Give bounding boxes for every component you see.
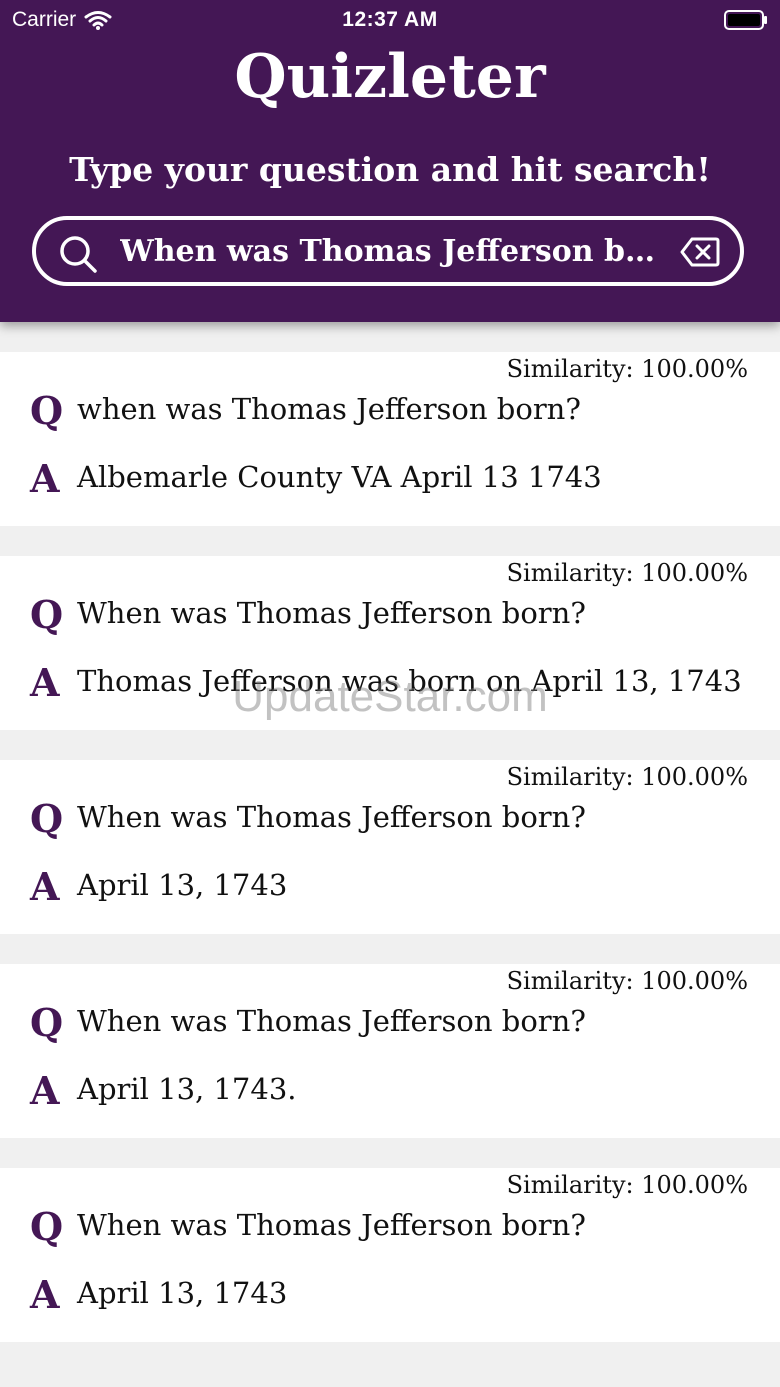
answer-text: April 13, 1743. xyxy=(77,1072,297,1106)
answer-text: Albemarle County VA April 13 1743 xyxy=(77,460,602,494)
similarity-score: Similarity: 100.00% xyxy=(506,559,748,587)
question-marker: Q xyxy=(30,796,64,841)
answer-marker: A xyxy=(30,660,60,705)
question-marker: Q xyxy=(30,1000,64,1045)
result-card[interactable]: Similarity: 100.00% Q When was Thomas Je… xyxy=(0,964,780,1138)
answer-marker: A xyxy=(30,1272,60,1317)
search-bar[interactable]: When was Thomas Jefferson born? xyxy=(32,216,744,286)
battery-icon xyxy=(724,10,767,30)
similarity-score: Similarity: 100.00% xyxy=(506,763,748,791)
question-marker: Q xyxy=(30,1204,64,1249)
answer-text: Thomas Jefferson was born on April 13, 1… xyxy=(77,664,742,698)
status-time: 12:37 AM xyxy=(342,8,438,31)
clear-icon[interactable] xyxy=(680,237,720,267)
search-instructions: Type your question and hit search! xyxy=(69,150,711,189)
question-text: When was Thomas Jefferson born? xyxy=(77,800,586,834)
question-text: When was Thomas Jefferson born? xyxy=(77,1004,586,1038)
app-title: Quizleter xyxy=(234,42,546,112)
similarity-score: Similarity: 100.00% xyxy=(506,967,748,995)
search-input[interactable]: When was Thomas Jefferson born? xyxy=(120,234,660,269)
similarity-score: Similarity: 100.00% xyxy=(506,1171,748,1199)
answer-text: April 13, 1743 xyxy=(77,868,288,902)
question-text: When was Thomas Jefferson born? xyxy=(77,1208,586,1242)
similarity-score: Similarity: 100.00% xyxy=(506,355,748,383)
question-marker: Q xyxy=(30,592,64,637)
result-card[interactable]: Similarity: 100.00% Q When was Thomas Je… xyxy=(0,556,780,730)
results-list: Similarity: 100.00% Q when was Thomas Je… xyxy=(0,352,780,1372)
status-bar: Carrier 12:37 AM xyxy=(0,0,780,40)
result-card[interactable]: Similarity: 100.00% Q When was Thomas Je… xyxy=(0,1168,780,1342)
answer-marker: A xyxy=(30,456,60,501)
question-marker: Q xyxy=(30,388,64,433)
app-header: Carrier 12:37 AM Quizleter Type your que… xyxy=(0,0,780,322)
search-icon[interactable] xyxy=(58,234,98,274)
answer-marker: A xyxy=(30,864,60,909)
question-text: when was Thomas Jefferson born? xyxy=(77,392,581,426)
result-card[interactable]: Similarity: 100.00% Q when was Thomas Je… xyxy=(0,352,780,526)
result-card[interactable]: Similarity: 100.00% Q When was Thomas Je… xyxy=(0,760,780,934)
answer-marker: A xyxy=(30,1068,60,1113)
answer-text: April 13, 1743 xyxy=(77,1276,288,1310)
question-text: When was Thomas Jefferson born? xyxy=(77,596,586,630)
